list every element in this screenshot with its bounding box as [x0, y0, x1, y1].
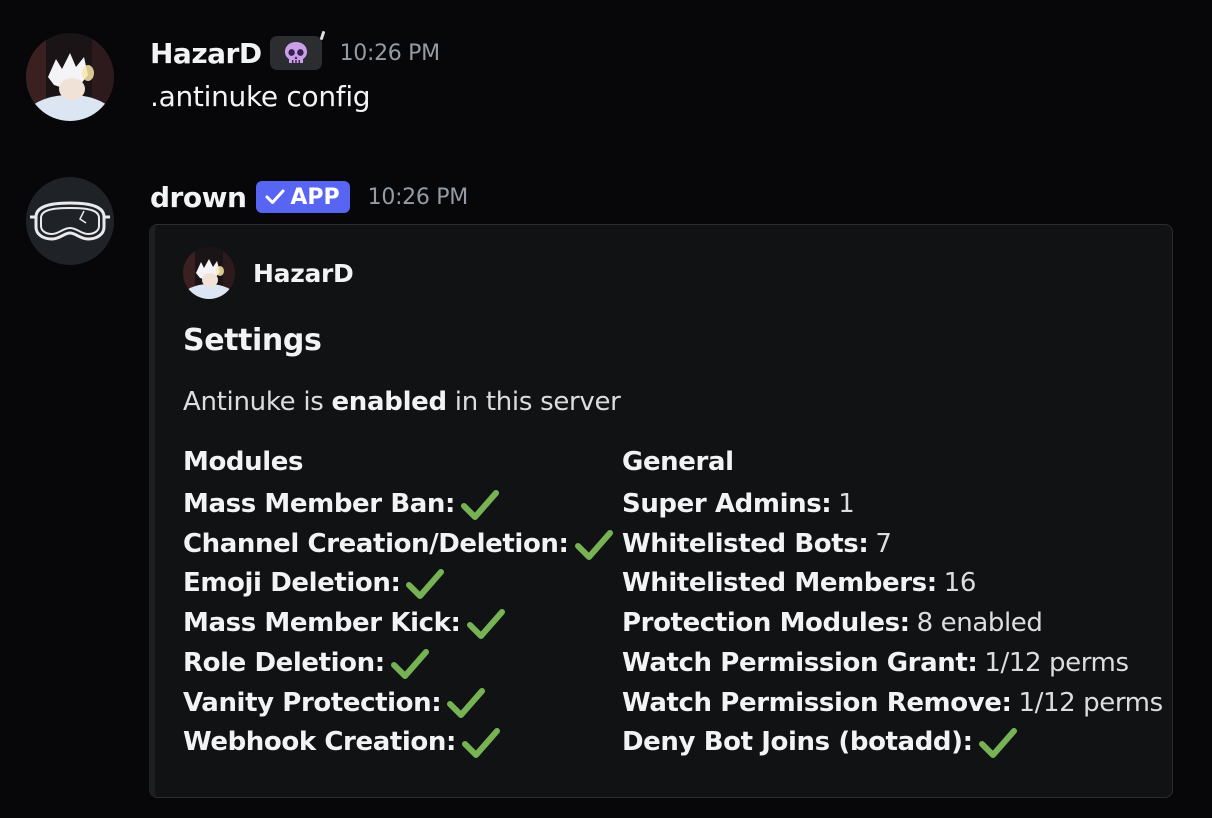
- module-label: Emoji Deletion:: [183, 568, 401, 599]
- check-mark-icon: [575, 529, 613, 561]
- setting-label: Watch Permission Remove:: [622, 687, 1012, 718]
- setting-label: Whitelisted Bots:: [622, 528, 869, 559]
- check-mark-icon: [391, 648, 429, 680]
- field-line: Super Admins: 1: [622, 485, 1163, 525]
- module-label: Webhook Creation:: [183, 727, 456, 758]
- field-name: Modules: [183, 447, 304, 477]
- module-label: Mass Member Kick:: [183, 608, 461, 639]
- field-line: Vanity Protection:: [183, 684, 613, 724]
- message-header: HazarD 10:26 PM: [150, 30, 441, 72]
- field-line: Webhook Creation:: [183, 723, 613, 763]
- skull-icon[interactable]: [269, 30, 325, 70]
- message-header: drown APP 10:26 PM: [150, 178, 468, 216]
- setting-label: Watch Permission Grant:: [622, 647, 978, 678]
- avatar[interactable]: [26, 177, 114, 265]
- setting-label: Super Admins:: [622, 489, 832, 519]
- field-line: Role Deletion:: [183, 644, 613, 684]
- description-prefix: Antinuke is: [183, 387, 332, 417]
- app-badge-label: APP: [290, 184, 340, 210]
- embed-description: Antinuke is enabled in this server: [183, 387, 621, 417]
- field-line: Protection Modules: 8 enabled: [622, 604, 1163, 644]
- check-mark-icon: [979, 727, 1017, 759]
- description-bold: enabled: [331, 387, 447, 417]
- module-label: Channel Creation/Deletion:: [183, 528, 569, 559]
- field-line: Deny Bot Joins (botadd):: [622, 723, 1163, 763]
- check-mark-icon: [406, 568, 444, 600]
- chat-log: HazarD 10:26 PM .antinuke config drown A…: [0, 0, 1212, 818]
- field-modules: Modules Mass Member Ban: Channel Creatio…: [183, 443, 613, 763]
- setting-label: Deny Bot Joins (botadd):: [622, 727, 973, 758]
- module-label: Mass Member Ban:: [183, 489, 456, 519]
- check-mark-icon: [461, 489, 499, 521]
- app-badge: APP: [256, 181, 350, 213]
- setting-value: 8 enabled: [916, 608, 1043, 639]
- setting-label: Whitelisted Members:: [622, 568, 937, 599]
- check-mark-icon: [467, 608, 505, 640]
- module-label: Vanity Protection:: [183, 687, 442, 718]
- setting-value: 1/12 perms: [984, 647, 1129, 678]
- embed-author-name[interactable]: HazarD: [253, 259, 354, 288]
- check-mark-icon: [447, 687, 485, 719]
- setting-label: Protection Modules:: [622, 608, 910, 639]
- description-suffix: in this server: [446, 387, 621, 417]
- field-name: General: [622, 447, 734, 477]
- field-line: Whitelisted Bots: 7: [622, 525, 1163, 565]
- module-label: Role Deletion:: [183, 647, 385, 678]
- message-content: .antinuke config: [150, 80, 371, 113]
- sparkle-mark: [319, 30, 325, 41]
- embed: HazarD Settings Antinuke is enabled in t…: [149, 224, 1173, 798]
- check-mark-icon: [462, 727, 500, 759]
- setting-value: 1/12 perms: [1018, 687, 1164, 718]
- embed-title: Settings: [183, 323, 322, 358]
- setting-value: 16: [943, 568, 977, 599]
- field-general: General Super Admins: 1 Whitelisted Bots…: [622, 443, 1163, 763]
- embed-author: HazarD: [183, 247, 354, 299]
- timestamp[interactable]: 10:26 PM: [340, 41, 441, 66]
- username[interactable]: HazarD: [150, 37, 262, 70]
- field-line: Watch Permission Remove: 1/12 perms: [622, 684, 1163, 724]
- field-line: Watch Permission Grant: 1/12 perms: [622, 644, 1163, 684]
- field-line: Mass Member Ban:: [183, 485, 613, 525]
- field-line: Channel Creation/Deletion:: [183, 525, 613, 565]
- field-line: Emoji Deletion:: [183, 564, 613, 604]
- avatar[interactable]: [26, 33, 114, 121]
- timestamp[interactable]: 10:26 PM: [368, 185, 469, 210]
- field-line: Mass Member Kick:: [183, 604, 613, 644]
- setting-value: 1: [838, 489, 855, 519]
- setting-value: 7: [875, 528, 892, 559]
- username[interactable]: drown: [150, 181, 247, 214]
- field-line: Whitelisted Members: 16: [622, 564, 1163, 604]
- checkmark-icon: [265, 189, 285, 204]
- embed-author-avatar: [183, 247, 235, 299]
